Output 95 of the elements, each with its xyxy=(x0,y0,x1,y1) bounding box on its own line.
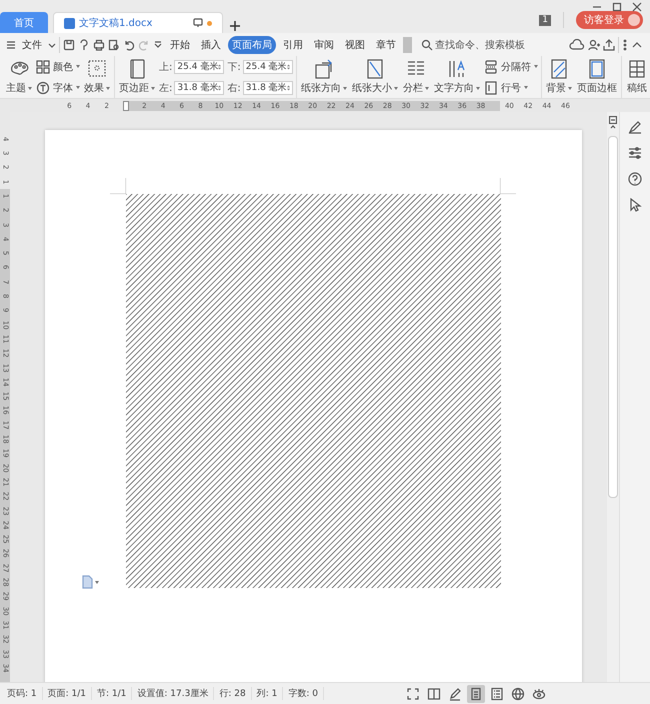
ribbon-tab[interactable]: 章节 xyxy=(372,36,400,54)
field-label: 上: xyxy=(159,60,172,74)
caret-icon xyxy=(106,86,110,90)
page-count-badge: 1 xyxy=(539,14,551,26)
caret-icon xyxy=(95,580,99,584)
field-label: 下: xyxy=(227,60,241,74)
search-icon xyxy=(421,38,433,50)
ribbon-button[interactable]: 分栏 xyxy=(402,56,430,98)
line-number-icon xyxy=(484,80,498,94)
spin-field[interactable]: 31.8 毫米 xyxy=(174,80,224,94)
field-label: 右: xyxy=(227,82,241,94)
caret-icon xyxy=(568,86,572,90)
ribbon-tab[interactable]: 引用 xyxy=(279,36,307,54)
settings-icon[interactable] xyxy=(628,146,642,160)
status-item: 设置值: 17.3厘米 xyxy=(132,687,214,700)
ribbon-tab[interactable]: 插入 xyxy=(197,36,225,54)
ribbon-button[interactable]: 稿纸 xyxy=(624,56,649,98)
caret-icon xyxy=(342,86,347,90)
add-user-icon[interactable] xyxy=(588,38,600,50)
chevron-down-icon xyxy=(48,40,56,48)
print-icon[interactable] xyxy=(93,38,105,50)
book-icon xyxy=(426,686,441,700)
caret-icon xyxy=(76,86,80,89)
ribbon-button[interactable]: 纸张大小 xyxy=(350,56,399,98)
maximize-icon[interactable] xyxy=(612,2,622,12)
share-icon[interactable] xyxy=(603,38,615,50)
caret-icon xyxy=(76,65,80,68)
monitor-icon xyxy=(193,18,203,28)
list-icon xyxy=(490,686,504,700)
ribbon-button[interactable]: 分隔符 xyxy=(484,60,538,74)
customize-icon[interactable] xyxy=(153,40,163,50)
indent-marker[interactable] xyxy=(123,100,130,110)
unsaved-dot-icon xyxy=(207,20,212,26)
undo-icon[interactable] xyxy=(123,38,135,50)
menu-icon[interactable] xyxy=(6,40,16,50)
split-view-icon[interactable] xyxy=(609,116,617,124)
pen-icon xyxy=(448,686,462,700)
status-item: 页面: 1/1 xyxy=(42,687,92,700)
caret-icon xyxy=(28,86,32,90)
ribbon-tab[interactable]: 开始 xyxy=(166,36,194,54)
caret-icon xyxy=(476,86,480,90)
status-item: 页码: 1 xyxy=(2,687,43,700)
spin-field[interactable]: 31.8 毫米 xyxy=(242,80,293,94)
ribbon-button[interactable]: 文字方向 xyxy=(432,56,481,98)
status-item: 节: 1/1 xyxy=(92,687,132,700)
status-item: 字数: 0 xyxy=(283,687,324,700)
save-icon[interactable] xyxy=(63,38,75,50)
command-search[interactable]: 查找命令、搜索模板 xyxy=(421,38,525,52)
file-menu[interactable]: 文件 xyxy=(19,38,45,52)
ribbon-button[interactable]: 背景 xyxy=(544,56,573,98)
field-label: 左: xyxy=(159,82,172,94)
font-t-icon xyxy=(36,80,50,94)
ribbon-button[interactable]: 页边距 xyxy=(118,56,156,98)
more-icon[interactable] xyxy=(622,38,628,50)
color-squares-icon xyxy=(36,60,50,74)
writer-logo-icon xyxy=(64,18,75,28)
scrollbar-thumb[interactable] xyxy=(608,136,618,498)
ribbon-tab[interactable]: 视图 xyxy=(341,36,369,54)
caret-icon xyxy=(424,86,429,90)
view-button[interactable] xyxy=(466,684,485,702)
crop-mark xyxy=(500,178,516,194)
caret-icon xyxy=(151,86,155,90)
ribbon-button[interactable]: 主题 xyxy=(5,56,33,98)
login-button[interactable]: 访客登录 xyxy=(576,11,643,29)
ribbon-button[interactable]: 行号 xyxy=(484,80,538,94)
ribbon-button[interactable]: 纸张方向 xyxy=(300,56,348,98)
separator-icon xyxy=(484,60,498,74)
close-icon[interactable] xyxy=(632,2,642,12)
ribbon-button[interactable]: 页面边框 xyxy=(576,56,618,98)
caret-icon xyxy=(394,86,398,90)
status-item: 列: 1 xyxy=(252,687,284,700)
caret-icon xyxy=(534,65,538,68)
print-preview-icon[interactable] xyxy=(108,38,120,50)
globe-icon xyxy=(510,686,525,700)
help-icon[interactable] xyxy=(628,172,642,186)
eye-icon xyxy=(532,686,546,700)
crop-mark xyxy=(110,178,126,194)
spin-field[interactable]: 25.4 毫米 xyxy=(242,60,293,74)
ribbon-tab[interactable]: 页面布局 xyxy=(228,36,276,54)
cloud-icon[interactable] xyxy=(569,38,585,50)
document-tab[interactable]: 文字文稿1.docx xyxy=(53,12,223,33)
avatar-icon xyxy=(628,14,640,26)
page-icon xyxy=(468,686,483,700)
ribbon-button[interactable]: 颜色 xyxy=(36,60,80,74)
spin-field[interactable]: 25.4 毫米 xyxy=(174,60,224,74)
ribbon-tab[interactable]: 审阅 xyxy=(310,36,338,54)
scroll-up-icon[interactable] xyxy=(610,124,616,130)
pen-icon[interactable] xyxy=(628,120,642,134)
new-tab-icon[interactable] xyxy=(228,19,242,33)
ribbon-button[interactable]: 效果 xyxy=(83,56,111,98)
cursor-icon[interactable] xyxy=(628,198,642,212)
ribbon-button[interactable]: 字体 xyxy=(36,80,80,94)
caret-icon xyxy=(524,86,528,89)
fullscreen-icon xyxy=(406,686,420,700)
status-item: 行: 28 xyxy=(214,687,252,700)
